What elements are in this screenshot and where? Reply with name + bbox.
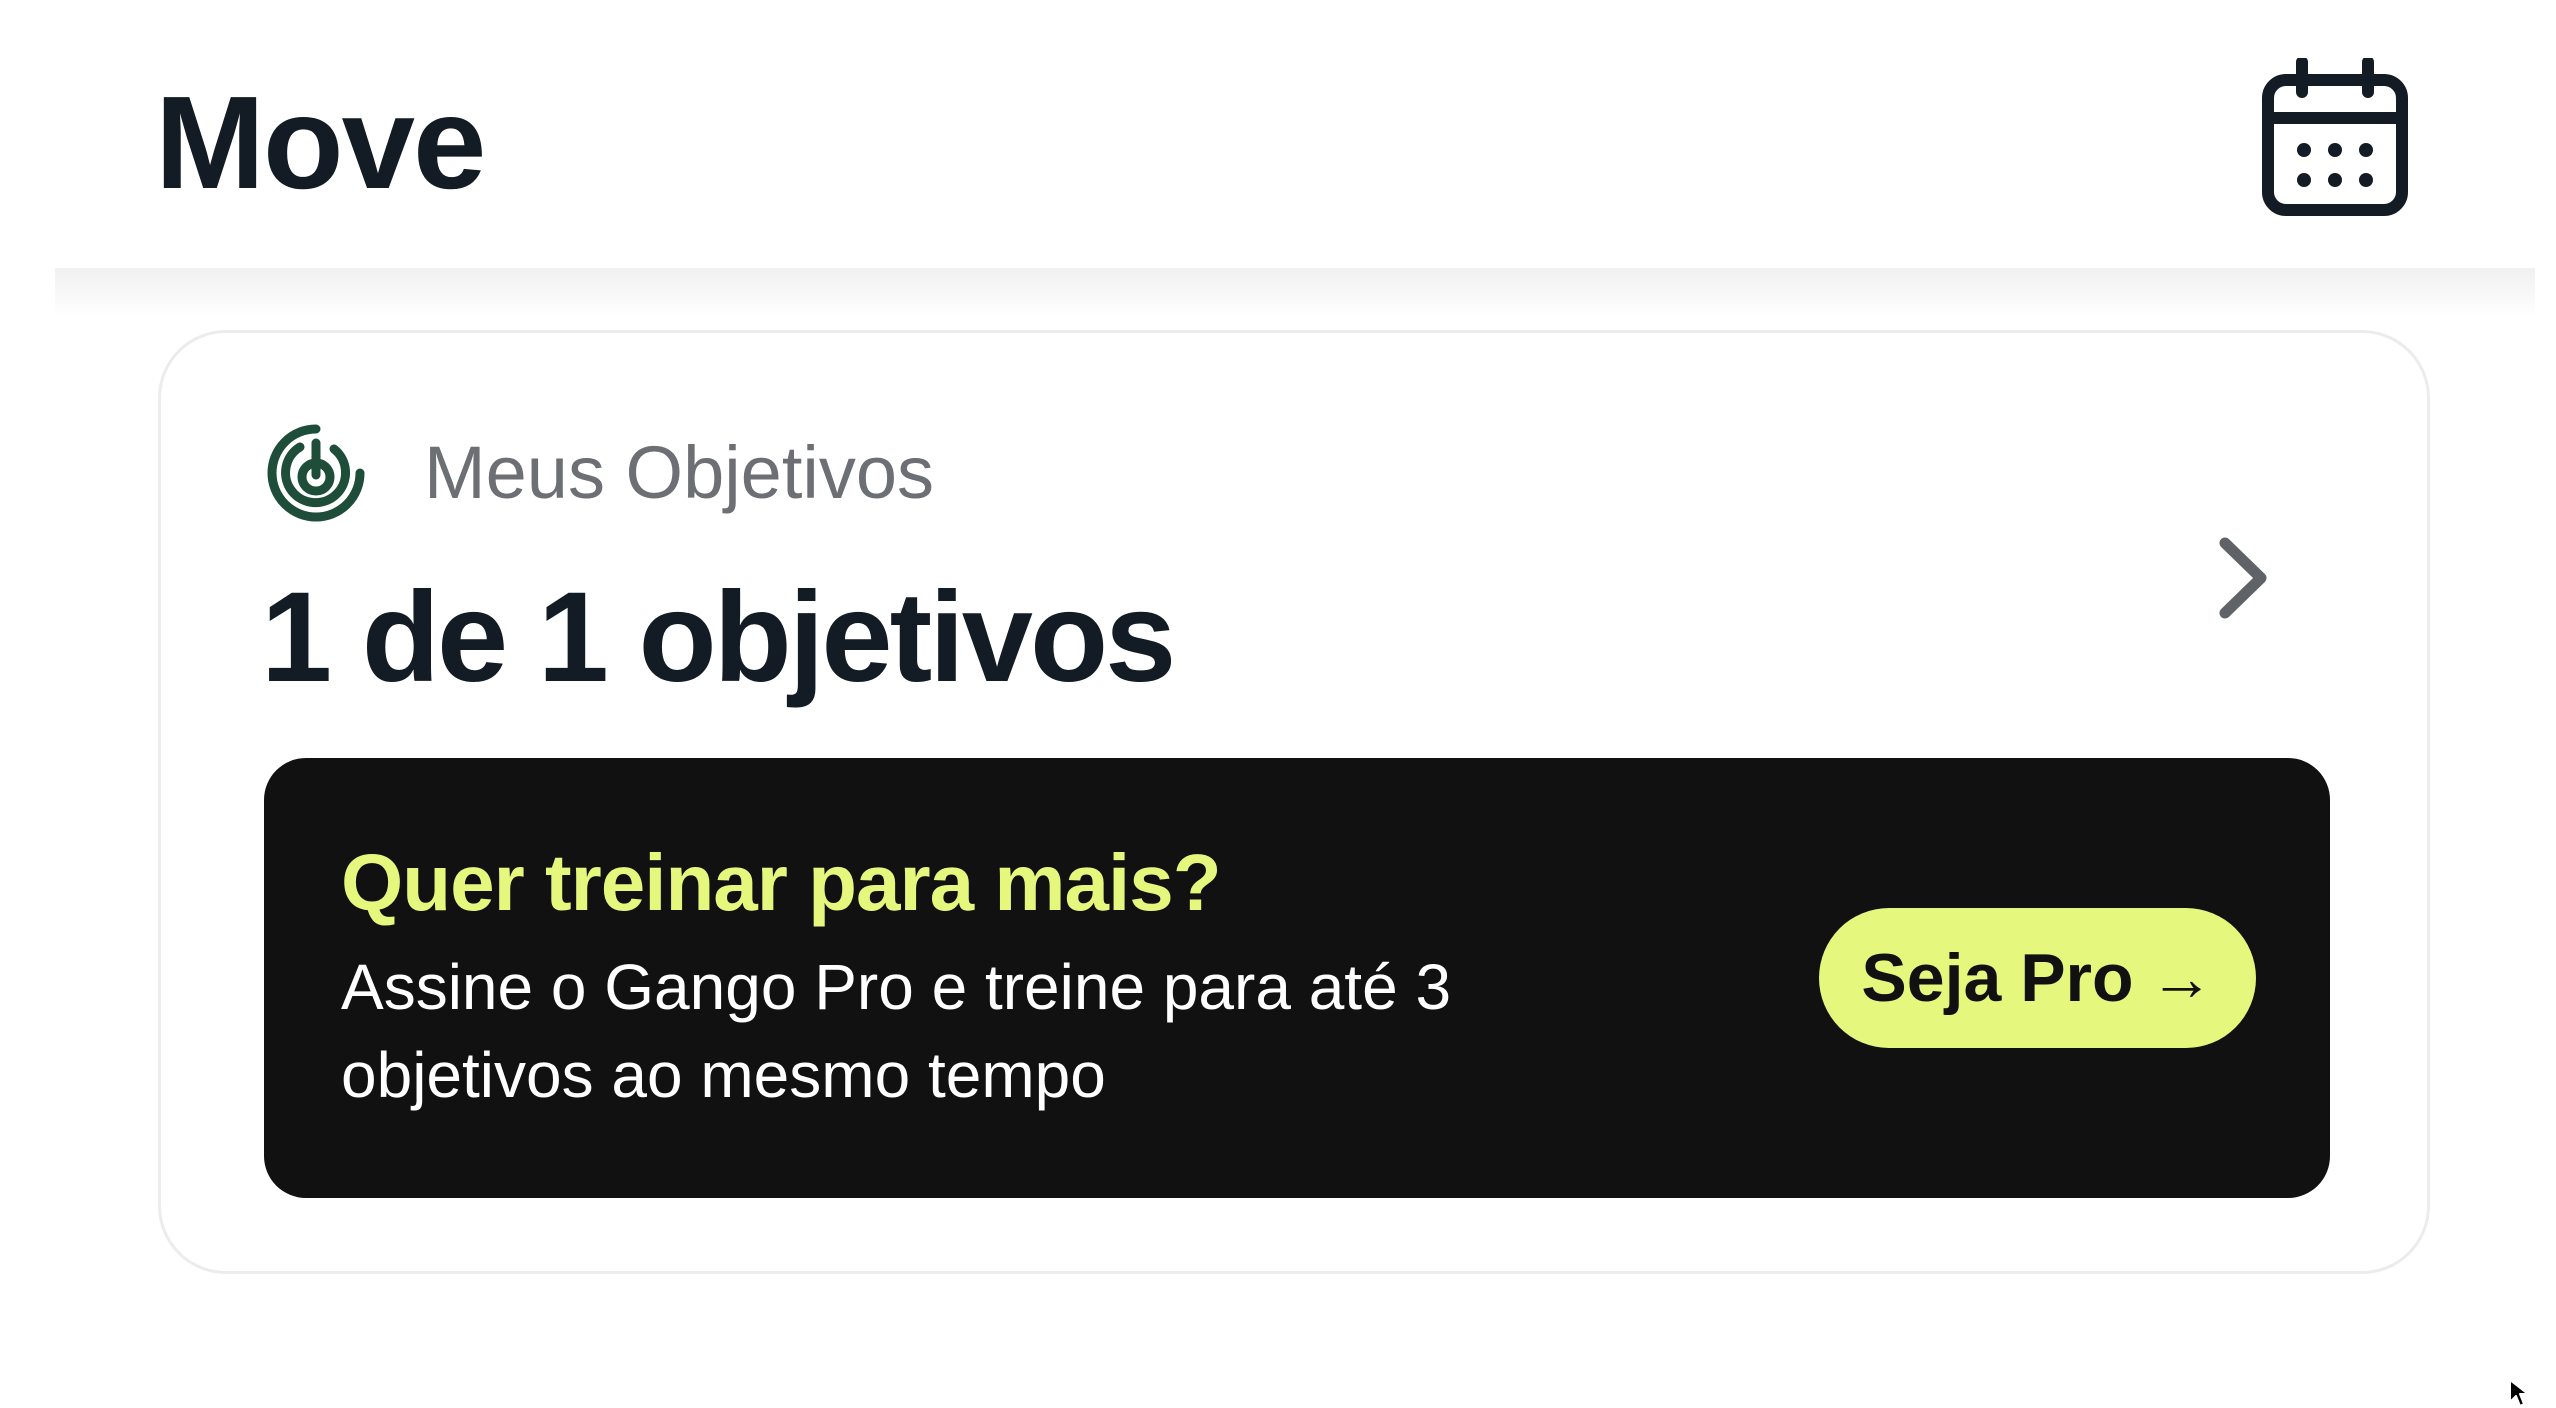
seja-pro-button[interactable]: Seja Pro → [1819, 908, 2256, 1048]
calendar-icon [2262, 57, 2408, 216]
goals-card[interactable]: Meus Objetivos 1 de 1 objetivos Quer tre… [158, 330, 2430, 1274]
app-screen: Move Meus Objetivos 1 de 1 objetivos Que… [0, 0, 2556, 1408]
goals-count: 1 de 1 objetivos [261, 566, 1176, 709]
chevron-right-icon[interactable] [2201, 513, 2291, 643]
mouse-cursor-icon [2509, 1379, 2529, 1407]
page-title: Move [155, 69, 486, 216]
seja-pro-button-label: Seja Pro [1861, 940, 2134, 1016]
goals-section-label: Meus Objetivos [424, 431, 934, 514]
pro-upsell-banner: Quer treinar para mais? Assine o Gango P… [264, 758, 2330, 1198]
promo-description: Assine o Gango Pro e treine para até 3 o… [341, 951, 1452, 1111]
promo-title: Quer treinar para mais? [341, 838, 1222, 927]
top-bar: Move [0, 0, 2556, 280]
calendar-button[interactable] [2255, 50, 2415, 225]
target-icon [267, 424, 365, 522]
goals-card-header: Meus Objetivos [266, 418, 934, 528]
arrow-right-icon: → [2149, 942, 2214, 1014]
